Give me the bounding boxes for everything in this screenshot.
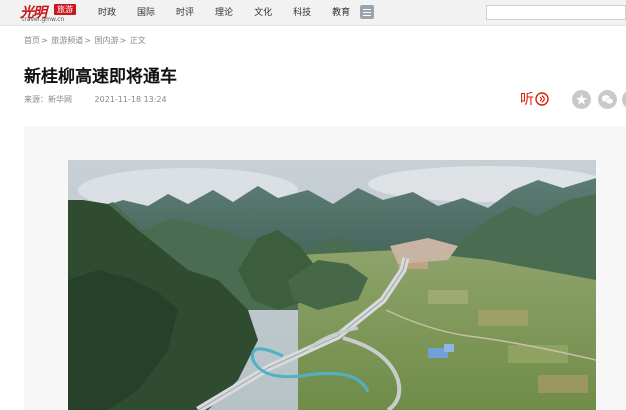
nav-item-culture[interactable]: 文化 [254,0,272,26]
share-weibo-button[interactable] [622,90,626,109]
nav-item-politics[interactable]: 时政 [98,0,116,26]
logo-url: travel.gmw.cn [22,16,65,23]
nav-item-education[interactable]: 教育 [332,0,350,26]
breadcrumb: 首页> 旅游频道> 国内游> 正文 [24,36,146,45]
share-wechat-button[interactable] [598,90,617,109]
menu-icon[interactable] [360,5,374,19]
nav-item-commentary[interactable]: 时评 [176,0,194,26]
favorite-button[interactable] [572,90,591,109]
breadcrumb-travel-channel[interactable]: 旅游频道 [51,36,83,45]
article-source: 来源：新华网 [24,95,72,104]
breadcrumb-domestic[interactable]: 国内游 [95,36,119,45]
nav-item-tech[interactable]: 科技 [293,0,311,26]
listen-label: 听 [520,92,534,108]
listen-button[interactable]: 听 [520,89,550,109]
wechat-icon [601,95,614,105]
main-nav: 时政 国际 时评 理论 文化 科技 教育 [98,0,371,26]
breadcrumb-current: 正文 [129,36,146,45]
article-meta: 来源：新华网 2021-11-18 13:24 [24,94,167,105]
search-input[interactable] [486,5,626,20]
breadcrumb-home[interactable]: 首页 [24,36,40,45]
article-date: 2021-11-18 13:24 [94,95,167,104]
nav-item-international[interactable]: 国际 [137,0,155,26]
listen-icon [535,92,549,106]
star-icon [576,94,587,105]
site-logo[interactable]: 光明 旅游 travel.gmw.cn [20,2,80,24]
nav-item-theory[interactable]: 理论 [215,0,233,26]
logo-badge: 旅游 [54,4,76,15]
article-title: 新桂柳高速即将通车 [24,67,177,87]
article-photo [68,160,596,410]
top-bar: 光明 旅游 travel.gmw.cn 时政 国际 时评 理论 文化 科技 教育 [0,0,626,26]
